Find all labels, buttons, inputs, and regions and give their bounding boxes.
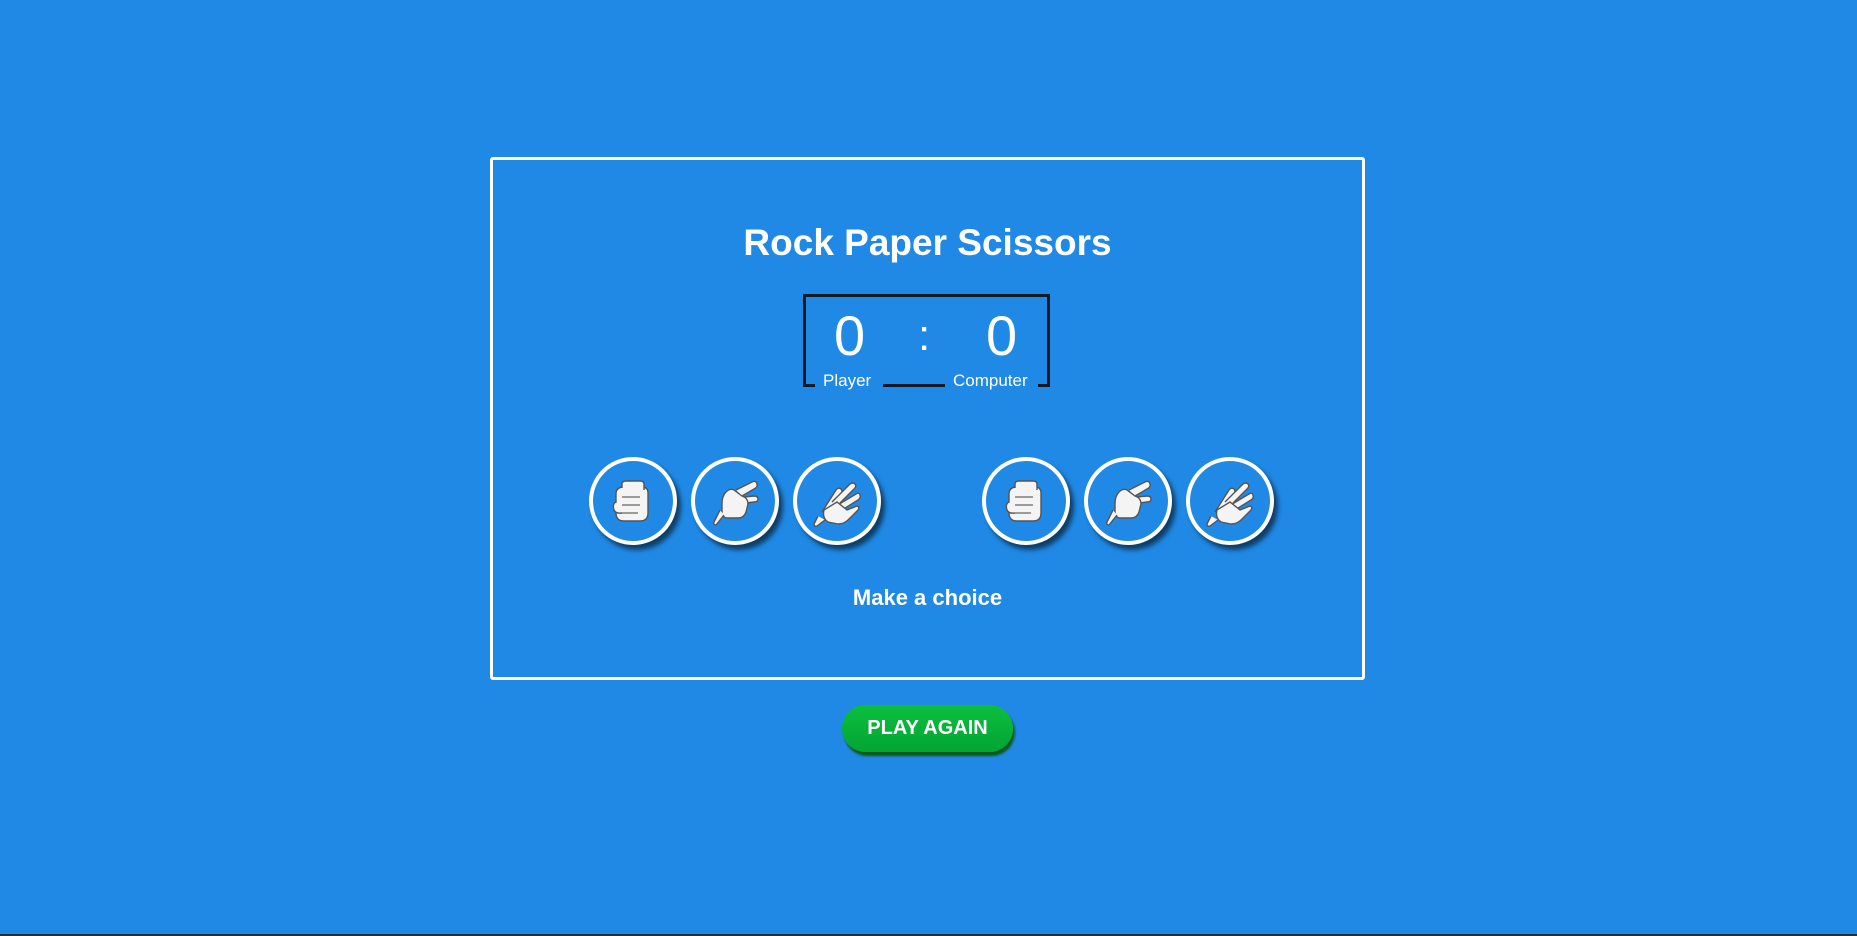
computer-paper-indicator	[1186, 457, 1274, 545]
hand-paper-icon	[813, 482, 861, 527]
computer-rock-indicator	[982, 457, 1070, 545]
status-message: Make a choice	[852, 585, 1003, 610]
score-separator: :	[918, 311, 931, 360]
game-title: Rock Paper Scissors	[743, 222, 1112, 263]
player-rock-button[interactable]	[589, 457, 677, 545]
hand-scissors-icon	[713, 480, 759, 526]
player-label: Player	[823, 371, 872, 390]
player-choices	[589, 457, 881, 545]
hand-rock-icon	[1005, 480, 1042, 522]
game-panel: Rock Paper Scissors 0 : 0 Player Compute…	[490, 157, 1365, 680]
computer-label: Computer	[953, 371, 1028, 390]
computer-score: 0	[986, 304, 1018, 367]
player-scissors-button[interactable]	[691, 457, 779, 545]
scoreboard: 0 : 0 Player Computer	[803, 294, 1050, 390]
hand-rock-icon	[612, 480, 649, 522]
hand-scissors-icon	[1106, 480, 1152, 526]
player-paper-button[interactable]	[793, 457, 881, 545]
computer-choices	[982, 457, 1274, 545]
scoreboard-divider	[803, 384, 815, 387]
player-score: 0	[834, 304, 866, 367]
play-again-button[interactable]: PLAY AGAIN	[842, 705, 1013, 752]
computer-scissors-indicator	[1084, 457, 1172, 545]
scoreboard-divider	[1038, 384, 1050, 387]
hand-paper-icon	[1206, 482, 1254, 527]
scoreboard-divider	[883, 384, 945, 387]
